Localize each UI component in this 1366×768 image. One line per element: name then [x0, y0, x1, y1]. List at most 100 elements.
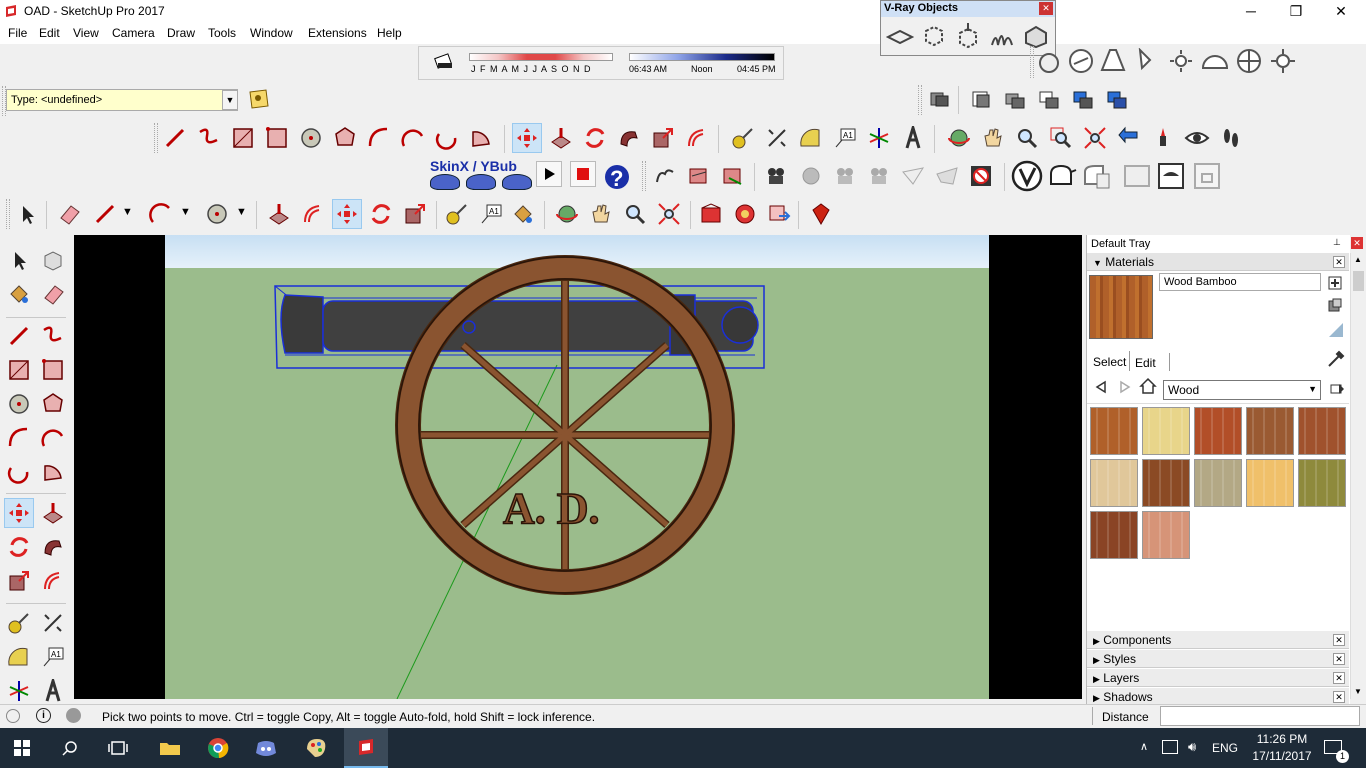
two-point-arc-2-icon[interactable]	[38, 423, 68, 453]
details-arrow-icon[interactable]	[1329, 381, 1345, 397]
axes-tool-icon[interactable]	[864, 123, 894, 153]
scroll-up-icon[interactable]: ▲	[1354, 255, 1362, 264]
polygon-tool-icon[interactable]	[330, 123, 360, 153]
model-viewport[interactable]: A. D.	[74, 235, 1082, 699]
walk-tool-icon[interactable]	[1216, 123, 1246, 153]
three-point-arc-icon[interactable]	[432, 123, 462, 153]
menu-camera[interactable]: Camera	[112, 26, 155, 40]
paper-plane-icon[interactable]	[898, 161, 928, 191]
3d-text-icon[interactable]	[898, 123, 928, 153]
material-swatch[interactable]	[1246, 459, 1294, 507]
entity-type-field[interactable]: Type: <undefined>	[6, 89, 238, 111]
line-tool-3-icon[interactable]	[4, 321, 34, 351]
date-slider[interactable]	[469, 53, 613, 61]
restore-button[interactable]: ❐	[1273, 0, 1319, 22]
freehand-tool-2-icon[interactable]	[38, 321, 68, 351]
warehouse-icon[interactable]	[696, 199, 726, 229]
menu-extensions[interactable]: Extensions	[308, 26, 367, 40]
zoom-tool-2-icon[interactable]	[620, 199, 650, 229]
position-camera-icon[interactable]	[1148, 123, 1178, 153]
sample-paint-icon[interactable]	[1327, 321, 1345, 339]
minimize-button[interactable]: ─	[1228, 0, 1274, 22]
vray-render-disabled-icon[interactable]	[1120, 159, 1154, 193]
select-tool-icon[interactable]	[12, 199, 42, 229]
vray-logo-icon[interactable]	[1010, 159, 1044, 193]
vray-proxy-icon[interactable]	[953, 21, 983, 51]
pan-tool-2-icon[interactable]	[586, 199, 616, 229]
skinx-export-icon[interactable]	[466, 174, 496, 190]
network-icon[interactable]	[1162, 740, 1178, 754]
volume-icon[interactable]: 🔊︎	[1188, 739, 1196, 755]
offset-tool-2-icon[interactable]	[298, 199, 328, 229]
material-swatch[interactable]	[1142, 459, 1190, 507]
skinx-import-icon[interactable]	[430, 174, 460, 190]
menu-draw[interactable]: Draw	[167, 26, 195, 40]
vray-sphere-light-icon[interactable]	[1034, 48, 1064, 78]
ruby-console-icon[interactable]	[806, 199, 836, 229]
component-blue-2-icon[interactable]	[1102, 84, 1132, 114]
paper-fold-icon[interactable]	[932, 161, 962, 191]
text-tool-3-icon[interactable]: A1	[38, 642, 68, 672]
zoom-extents-2-icon[interactable]	[654, 199, 684, 229]
file-explorer-icon[interactable]	[148, 728, 192, 768]
axes-tool-2-icon[interactable]	[4, 676, 34, 706]
move-tool-icon[interactable]	[512, 123, 542, 153]
component-stack-icon[interactable]	[1000, 84, 1030, 114]
material-name-field[interactable]: Wood Bamboo	[1159, 273, 1321, 291]
material-swatch[interactable]	[1090, 459, 1138, 507]
menu-tools[interactable]: Tools	[208, 26, 236, 40]
shadows-close-button[interactable]: ✕	[1333, 691, 1345, 703]
material-swatch[interactable]	[1298, 407, 1346, 455]
tape-measure-icon[interactable]	[728, 123, 758, 153]
windows-start-icon[interactable]	[0, 728, 44, 768]
rotate-tool-icon[interactable]	[580, 123, 610, 153]
camera-disabled-2-icon[interactable]	[830, 161, 860, 191]
close-button[interactable]: ✕	[1318, 0, 1364, 22]
look-around-icon[interactable]	[1182, 123, 1212, 153]
vray-plane-icon[interactable]	[885, 21, 915, 51]
vray-mesh-icon[interactable]	[1021, 21, 1051, 51]
dimension-tool-2-icon[interactable]	[38, 608, 68, 638]
vray-ies-light-icon[interactable]	[1130, 46, 1160, 76]
pin-icon[interactable]: ⊥	[1333, 237, 1345, 249]
pie-tool-2-icon[interactable]	[38, 457, 68, 487]
toolbar-grip[interactable]	[642, 161, 646, 191]
clock-time[interactable]: 11:26 PM	[1252, 732, 1312, 746]
arc-dropdown-icon[interactable]: ▼	[180, 206, 191, 218]
3d-text-2-icon[interactable]	[38, 676, 68, 706]
task-view-icon[interactable]	[96, 728, 140, 768]
rotate-tool-2-icon[interactable]	[366, 199, 396, 229]
extension-warehouse-icon[interactable]	[730, 199, 760, 229]
menu-file[interactable]: File	[8, 26, 27, 40]
sketchup-taskbar-icon[interactable]	[344, 728, 388, 768]
scale-tool-2-icon[interactable]	[400, 199, 430, 229]
text-tool-icon[interactable]: A1	[830, 123, 860, 153]
three-point-arc-2-icon[interactable]	[4, 457, 34, 487]
paint-bucket-icon[interactable]	[508, 199, 538, 229]
vray-dome-light-icon[interactable]	[1200, 46, 1230, 76]
offset-tool-icon[interactable]	[682, 123, 712, 153]
show-hidden-icons-icon[interactable]: ∧	[1140, 740, 1148, 753]
move-tool-2-icon[interactable]	[332, 199, 362, 229]
vray-mesh-light-icon[interactable]	[1268, 46, 1298, 76]
toolbar-grip[interactable]	[918, 85, 922, 115]
make-component-icon[interactable]	[38, 245, 68, 275]
measurements-input[interactable]	[1160, 706, 1360, 726]
chevron-down-icon[interactable]: ▼	[222, 90, 238, 110]
circle-tool-2-icon[interactable]	[4, 389, 34, 419]
rotated-rectangle-2-icon[interactable]	[38, 355, 68, 385]
create-material-icon[interactable]	[1327, 275, 1343, 291]
vray-close-button[interactable]: ✕	[1039, 2, 1053, 15]
material-swatch[interactable]	[1142, 511, 1190, 559]
material-swatch[interactable]	[1194, 459, 1242, 507]
menu-edit[interactable]: Edit	[39, 26, 60, 40]
vray-omni-light-icon[interactable]	[1166, 46, 1196, 76]
forward-arrow-icon[interactable]	[1117, 379, 1133, 395]
vray-spot-light-icon[interactable]	[1098, 46, 1128, 76]
sandbox-contour-icon[interactable]	[684, 161, 714, 191]
language-indicator[interactable]: ENG	[1212, 741, 1238, 755]
rectangle-tool-icon[interactable]	[228, 123, 258, 153]
protractor-2-icon[interactable]	[4, 642, 34, 672]
tape-measure-3-icon[interactable]	[4, 608, 34, 638]
styles-header[interactable]: ▶ Styles ✕	[1087, 650, 1349, 668]
